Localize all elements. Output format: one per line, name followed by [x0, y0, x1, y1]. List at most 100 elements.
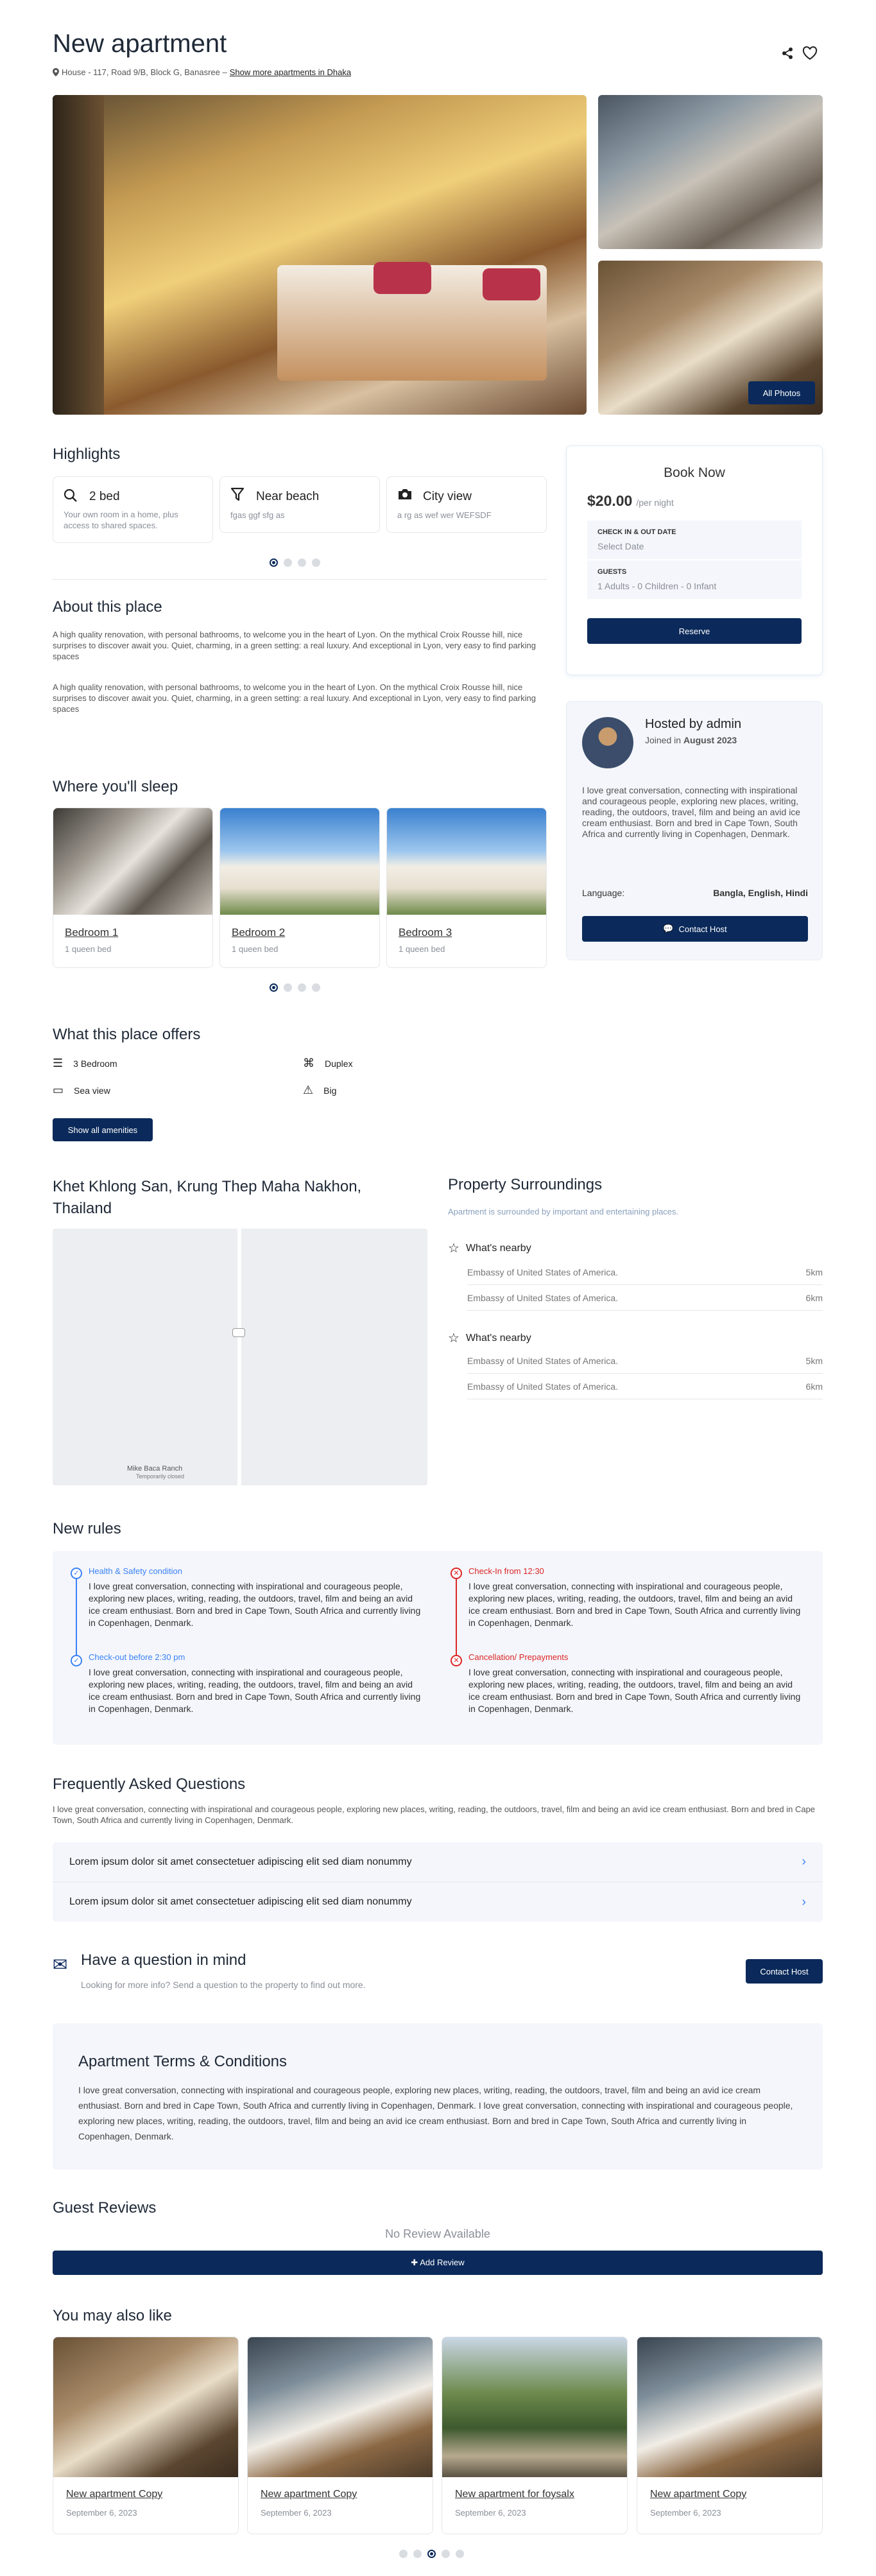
listing-name[interactable]: New apartment Copy	[261, 2489, 357, 2500]
sleep-carousel-dots[interactable]	[270, 983, 320, 992]
carousel-dot[interactable]	[284, 983, 292, 992]
rule-text: I love great conversation, connecting wi…	[468, 1667, 801, 1714]
check-icon: ✓	[71, 1655, 82, 1666]
listing-name[interactable]: New apartment Copy	[66, 2489, 162, 2500]
highlights-title: Highlights	[53, 445, 121, 463]
amenity-item: ▭ Sea view	[53, 1084, 110, 1097]
amenity-label: 3 Bedroom	[73, 1058, 117, 1069]
filter-icon	[230, 487, 245, 503]
nearby-name: Embassy of United States of America.	[467, 1381, 618, 1392]
rule-text: I love great conversation, connecting wi…	[468, 1581, 801, 1628]
map-poi: Mike Baca Ranch	[127, 1465, 183, 1473]
carousel-dot[interactable]	[298, 983, 306, 992]
bedroom-bed: 1 queen bed	[65, 944, 112, 954]
nearby-distance: 6km	[805, 1381, 823, 1392]
side-photo-living[interactable]: All Photos	[598, 261, 823, 415]
nearby-group-title: ☆ What's nearby	[448, 1330, 531, 1346]
close-icon: ✕	[451, 1655, 462, 1666]
listing-card[interactable]: New apartment Copy September 6, 2023	[637, 2337, 823, 2534]
listing-card[interactable]: New apartment Copy September 6, 2023	[247, 2337, 433, 2534]
sleep-title: Where you'll sleep	[53, 778, 178, 795]
rule-title: Cancellation/ Prepayments	[468, 1652, 569, 1662]
star-icon: ☆	[448, 1331, 459, 1345]
address-text: House - 117, Road 9/B, Block G, Banasree…	[62, 67, 227, 77]
booking-card: Book Now $20.00 /per night CHECK IN & OU…	[566, 445, 823, 675]
guest-selector[interactable]: GUESTS 1 Adults - 0 Children - 0 Infant	[587, 560, 802, 599]
carousel-dot[interactable]	[399, 2550, 408, 2558]
contact-host-button[interactable]: 💬 Contact Host	[582, 916, 808, 942]
also-title: You may also like	[53, 2307, 172, 2324]
heart-icon[interactable]	[802, 46, 818, 60]
rules-panel: ✓ Health & Safety condition I love great…	[53, 1551, 823, 1745]
date-selector[interactable]: CHECK IN & OUT DATE Select Date	[587, 521, 802, 559]
nearby-group-title: ☆ What's nearby	[448, 1240, 531, 1256]
faq-item[interactable]: Lorem ipsum dolor sit amet consectetuer …	[53, 1882, 823, 1922]
nearby-item: Embassy of United States of America. 5km	[467, 1348, 823, 1374]
share-icon[interactable]	[780, 46, 794, 60]
location-map[interactable]: Mike Baca Ranch Temporarily closed	[53, 1229, 427, 1485]
question-mail-icon: ✉	[53, 1955, 68, 1975]
faq-question: Lorem ipsum dolor sit amet consectetuer …	[69, 1896, 412, 1907]
highlight-title: 2 bed	[89, 490, 120, 503]
amenity-item: ⌘ Duplex	[303, 1057, 353, 1070]
listing-name[interactable]: New apartment for foysalx	[455, 2489, 574, 2500]
bedroom-name[interactable]: Bedroom 2	[232, 926, 285, 939]
listing-name[interactable]: New apartment Copy	[650, 2489, 746, 2500]
host-joined: Joined in August 2023	[645, 735, 737, 745]
show-more-link[interactable]: Show more apartments in Dhaka	[230, 67, 351, 77]
listing-card[interactable]: New apartment Copy September 6, 2023	[53, 2337, 239, 2534]
all-photos-button[interactable]: All Photos	[748, 381, 815, 404]
amenity-item: ⚠ Big	[303, 1084, 336, 1097]
price-line: $20.00 /per night	[587, 492, 674, 510]
also-carousel-dots[interactable]	[399, 2550, 464, 2558]
carousel-dot[interactable]	[312, 558, 320, 567]
carousel-dot[interactable]	[270, 983, 278, 992]
amenity-item: ☰ 3 Bedroom	[53, 1057, 117, 1070]
bed-icon: ☰	[53, 1057, 64, 1069]
terms-panel: Apartment Terms & Conditions I love grea…	[53, 2023, 823, 2170]
faq-item[interactable]: Lorem ipsum dolor sit amet consectetuer …	[53, 1842, 823, 1882]
faq-question: Lorem ipsum dolor sit amet consectetuer …	[69, 1856, 412, 1867]
guests-label: GUESTS	[597, 568, 627, 576]
bedroom-card[interactable]: Bedroom 1 1 queen bed	[53, 808, 213, 968]
question-contact-button[interactable]: Contact Host	[746, 1959, 823, 1984]
camera-icon	[397, 487, 413, 501]
carousel-dot[interactable]	[427, 2550, 436, 2558]
carousel-dot[interactable]	[413, 2550, 422, 2558]
nearby-item: Embassy of United States of America. 5km	[467, 1259, 823, 1285]
carousel-dot[interactable]	[270, 558, 278, 567]
terms-title: Apartment Terms & Conditions	[78, 2053, 288, 2070]
reserve-button[interactable]: Reserve	[587, 618, 802, 644]
bedroom-name[interactable]: Bedroom 1	[65, 926, 118, 939]
terms-text: I love great conversation, connecting wi…	[78, 2085, 793, 2141]
avatar	[582, 717, 633, 768]
highlight-title: Near beach	[256, 490, 320, 503]
carousel-dot[interactable]	[298, 558, 306, 567]
add-review-button[interactable]: ✚ Add Review	[53, 2251, 823, 2275]
bedroom-photo	[387, 808, 546, 915]
carousel-dot[interactable]	[312, 983, 320, 992]
bedroom-card[interactable]: Bedroom 3 1 queen bed	[386, 808, 547, 968]
nearby-heading: What's nearby	[465, 1242, 531, 1254]
carousel-dot[interactable]	[442, 2550, 450, 2558]
bedroom-name[interactable]: Bedroom 3	[399, 926, 452, 939]
search-icon	[64, 488, 78, 503]
listing-photo	[53, 2337, 238, 2477]
listing-photo	[637, 2337, 822, 2477]
show-amenities-button[interactable]: Show all amenities	[53, 1118, 153, 1141]
listing-card[interactable]: New apartment for foysalx September 6, 2…	[442, 2337, 628, 2534]
highlights-carousel-dots[interactable]	[270, 558, 320, 567]
bedroom-card[interactable]: Bedroom 2 1 queen bed	[219, 808, 380, 968]
offers-title: What this place offers	[53, 1026, 201, 1043]
carousel-dot[interactable]	[456, 2550, 464, 2558]
main-photo[interactable]	[53, 95, 587, 415]
nearby-distance: 6km	[805, 1292, 823, 1303]
contact-host-label: Contact Host	[678, 924, 727, 934]
host-title: Hosted by admin	[645, 717, 742, 731]
nearby-name: Embassy of United States of America.	[467, 1292, 618, 1303]
side-photo-dining[interactable]	[598, 95, 823, 249]
reviews-title: Guest Reviews	[53, 2199, 157, 2217]
listing-date: September 6, 2023	[66, 2508, 137, 2518]
about-title: About this place	[53, 598, 162, 616]
carousel-dot[interactable]	[284, 558, 292, 567]
